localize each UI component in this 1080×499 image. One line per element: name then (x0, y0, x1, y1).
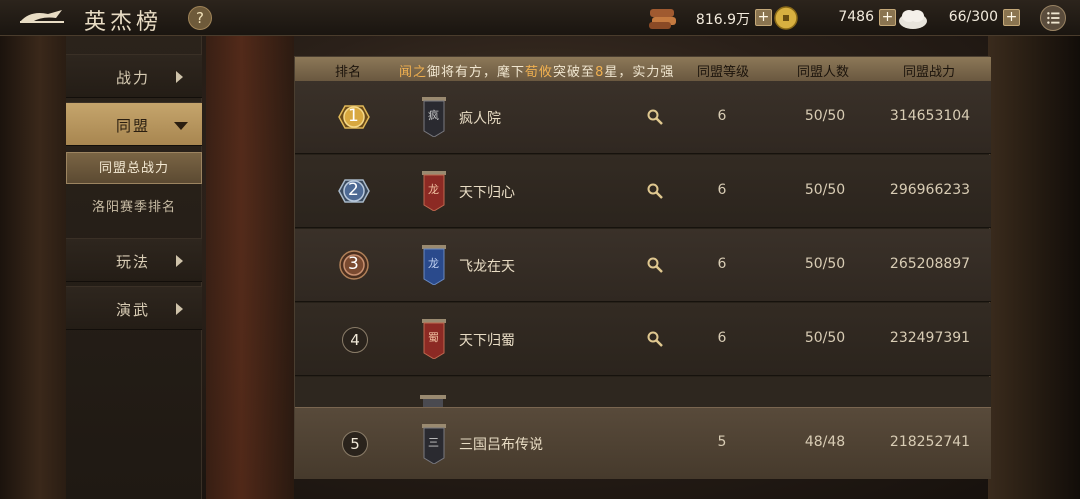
table-row[interactable]: 4 蜀 天下归蜀 6 50/50 232497391 (295, 303, 991, 376)
alliance-power: 232497391 (889, 330, 971, 346)
rank-number: 5 (342, 431, 368, 457)
chevron-down-icon (174, 122, 188, 130)
chevron-right-icon (176, 255, 183, 267)
gold-resource: 7486 + (800, 8, 896, 28)
background-right-wall (988, 36, 1080, 499)
stamina-resource: 66/300 + (930, 8, 1020, 28)
header-level: 同盟等级 (697, 65, 750, 80)
rank-number: 4 (342, 327, 368, 353)
alliance-level: 6 (717, 182, 727, 198)
alliance-members: 50/50 (804, 256, 846, 272)
nav-item-label: 玩法 (116, 253, 151, 271)
magnifier-icon[interactable] (647, 257, 663, 273)
table-row-partial (295, 377, 991, 407)
banner-char: 龙 (428, 257, 439, 270)
alliance-power: 265208897 (889, 256, 971, 272)
rank-number: 2 (348, 180, 359, 200)
subnav-item-luoyang-season-rank[interactable]: 洛阳赛季排名 (66, 192, 202, 224)
magnifier-icon[interactable] (647, 331, 663, 347)
rank-number: 3 (348, 254, 359, 274)
alliance-name: 天下归心 (459, 185, 515, 201)
copper-coins-icon (649, 9, 676, 29)
own-alliance-row[interactable]: 5 三 三国吕布传说 5 48/48 218252741 (295, 407, 991, 479)
nav-item-drill[interactable]: 演武 (66, 286, 202, 330)
chevron-right-icon (176, 303, 183, 315)
alliance-name: 疯人院 (459, 111, 501, 127)
nav-item-label: 演武 (116, 301, 151, 319)
left-nav: 战力 同盟 同盟总战力 洛阳赛季排名 玩法 演武 (66, 36, 202, 499)
back-arrow-icon[interactable] (18, 8, 66, 28)
header-members: 同盟人数 (797, 65, 850, 80)
alliance-members: 50/50 (804, 108, 846, 124)
nav-item-label: 战力 (116, 69, 151, 87)
banner-char: 龙 (428, 183, 439, 196)
alliance-members: 50/50 (804, 330, 846, 346)
magnifier-icon[interactable] (647, 183, 663, 199)
nav-item-label: 同盟 (116, 117, 151, 135)
scrolling-announcement: 闻之御将有方，麾下荀攸突破至8星，实力强 (399, 65, 675, 80)
alliance-level: 6 (717, 108, 727, 124)
background-left-wall (0, 36, 66, 499)
add-copper-button[interactable]: + (755, 9, 772, 26)
header-power: 同盟战力 (903, 65, 956, 80)
stamina-bun-icon (899, 10, 927, 29)
alliance-level: 6 (717, 330, 727, 346)
magnifier-icon[interactable] (647, 109, 663, 125)
stamina-value: 66/300 (948, 9, 998, 25)
gold-coin-icon (774, 6, 798, 30)
menu-list-icon[interactable] (1040, 5, 1066, 31)
header-rank: 排名 (335, 65, 362, 80)
alliance-power: 218252741 (889, 434, 971, 450)
alliance-level: 6 (717, 256, 727, 272)
alliance-name: 天下归蜀 (459, 333, 515, 349)
subnav-item-alliance-total-power[interactable]: 同盟总战力 (66, 152, 202, 184)
page-title: 英杰榜 (84, 10, 163, 35)
alliance-power: 296966233 (889, 182, 971, 198)
alliance-members: 48/48 (804, 434, 846, 450)
alliance-name: 飞龙在天 (459, 259, 515, 275)
table-row[interactable]: 3 龙 飞龙在天 6 50/50 265208897 (295, 229, 991, 302)
background-pillar (206, 36, 294, 499)
alliance-power: 314653104 (889, 108, 971, 124)
nav-item-gameplay[interactable]: 玩法 (66, 238, 202, 282)
banner-top-icon (420, 395, 446, 407)
alliance-members: 50/50 (804, 182, 846, 198)
gold-value: 7486 (838, 9, 874, 25)
banner-char: 三 (428, 436, 439, 449)
rank-number: 1 (348, 106, 359, 126)
table-row[interactable]: 2 龙 天下归心 6 50/50 296966233 (295, 155, 991, 228)
nav-item-power[interactable]: 战力 (66, 54, 202, 98)
top-bar: 英杰榜 ? 816.9万 + 7486 + 66/300 + (0, 0, 1080, 36)
chevron-right-icon (176, 71, 183, 83)
banner-char: 蜀 (428, 331, 439, 344)
add-gold-button[interactable]: + (879, 9, 896, 26)
help-button[interactable]: ? (188, 6, 212, 30)
copper-value: 816.9万 (695, 12, 750, 28)
ranking-table[interactable]: 排名 同盟等级 同盟人数 同盟战力 闻之御将有方，麾下荀攸突破至8星，实力强 1… (294, 56, 991, 479)
copper-resource: 816.9万 + (684, 8, 772, 28)
alliance-level: 5 (717, 434, 727, 450)
alliance-name: 三国吕布传说 (459, 437, 543, 453)
banner-char: 疯 (428, 109, 439, 122)
table-row[interactable]: 1 疯 疯人院 6 50/50 314653104 (295, 81, 991, 154)
nav-item-alliance[interactable]: 同盟 (66, 102, 202, 146)
add-stamina-button[interactable]: + (1003, 9, 1020, 26)
